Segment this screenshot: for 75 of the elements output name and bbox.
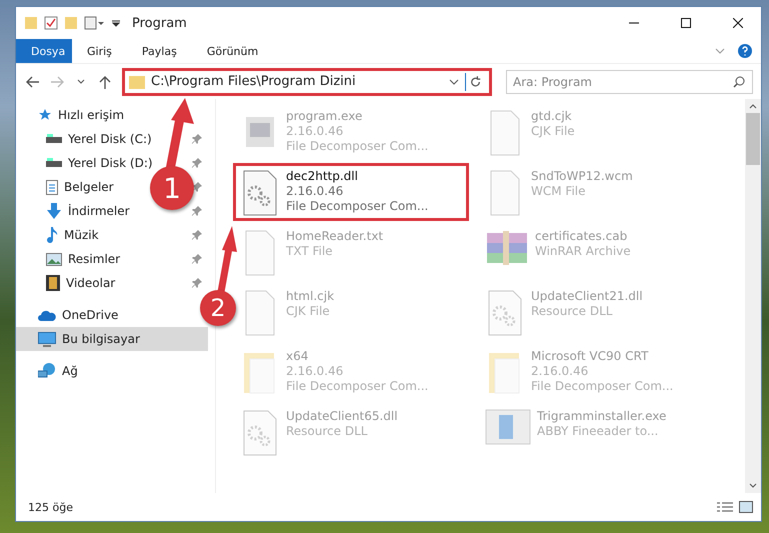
file-detail: File Decomposer Com...	[286, 139, 428, 154]
pin-icon[interactable]	[192, 206, 202, 216]
film-icon	[46, 275, 60, 291]
properties-icon[interactable]	[84, 16, 106, 30]
arrow	[218, 226, 237, 293]
item-count: 125 öğe	[28, 500, 73, 514]
back-arrow-icon	[26, 76, 40, 88]
file-detail: CJK File	[531, 124, 575, 139]
pin-icon[interactable]	[192, 182, 202, 192]
computer-icon	[38, 332, 56, 346]
maximize-icon	[681, 18, 691, 28]
ribbon-tab[interactable]: Dosya	[16, 39, 72, 63]
ribbon-tab[interactable]: Paylaş	[126, 39, 192, 63]
forward-arrow-icon	[50, 76, 64, 88]
sidebar-item[interactable]: İndirmeler	[68, 204, 130, 218]
file-detail: 2.16.0.46	[286, 124, 344, 139]
dropdown-icon[interactable]	[112, 19, 120, 27]
file-name[interactable]: dec2http.dll	[286, 169, 428, 184]
folder-icon	[129, 74, 145, 88]
sidebar-item[interactable]: Videolar	[66, 276, 116, 290]
selected-sidebar-item[interactable]: Bu bilgisayar	[16, 327, 208, 351]
pin-icon[interactable]	[192, 134, 202, 144]
sidebar-item[interactable]: Yerel Disk (D:)	[68, 156, 153, 170]
picture-icon	[46, 252, 62, 266]
search-field[interactable]: Ara: Program	[506, 70, 753, 94]
sidebar-item[interactable]: OneDrive	[62, 308, 118, 322]
sidebar-item[interactable]: Ağ	[62, 364, 78, 378]
file-detail: ABBY Fineeader to...	[537, 424, 660, 439]
pin-icon[interactable]	[192, 230, 202, 240]
pin-icon[interactable]	[192, 278, 202, 288]
file-detail: CJK File	[286, 304, 331, 319]
up-arrow-icon	[99, 74, 111, 88]
folder-icon[interactable]	[64, 16, 78, 30]
file-detail: File Decomposer Com...	[531, 379, 674, 394]
checklist-icon[interactable]	[44, 16, 58, 30]
file-detail: Resource DLL	[531, 304, 614, 319]
chevron-down-icon[interactable]	[449, 78, 459, 86]
ribbon-tab[interactable]: Görünüm	[192, 39, 274, 63]
sidebar-item[interactable]: Yerel Disk (C:)	[68, 132, 152, 146]
sidebar-item[interactable]: Belgeler	[64, 180, 114, 194]
drive-icon	[46, 158, 62, 168]
document-icon	[46, 180, 58, 194]
star-icon	[38, 108, 52, 122]
folder-icon[interactable]	[24, 16, 38, 30]
file-detail: Resource DLL	[286, 424, 368, 439]
file-detail: 2.16.0.46	[286, 364, 344, 379]
file-detail: 2.16.0.46	[286, 184, 344, 199]
file-detail: 2.16.0.46	[531, 364, 590, 379]
pin-icon[interactable]	[192, 158, 202, 168]
file-detail: TXT File	[286, 244, 334, 259]
search-icon	[733, 76, 745, 88]
sidebar-item[interactable]: Resimler	[68, 252, 120, 266]
drive-icon	[46, 134, 62, 144]
sidebar-item[interactable]: Hızlı erişim	[58, 108, 124, 122]
download-arrow-icon	[46, 203, 62, 219]
highlighted-file-item[interactable]: dec2http.dll 2.16.0.46 File Decomposer Com...	[233, 163, 469, 221]
close-icon	[733, 18, 743, 28]
scrollbar-thumb[interactable]	[746, 113, 760, 165]
address-field[interactable]: C:\Program Files\Program Dizini	[122, 68, 492, 96]
chevron-down-icon	[77, 78, 85, 84]
pin-icon[interactable]	[192, 254, 202, 264]
file-detail: WCM File	[531, 184, 586, 199]
file-detail: File Decomposer Com...	[286, 199, 428, 214]
scrollbar[interactable]	[745, 99, 761, 493]
details-view-icon[interactable]	[717, 501, 733, 513]
file-detail: File Decomposer Com...	[286, 379, 428, 394]
sidebar-item[interactable]: Müzik	[64, 228, 99, 242]
installer-window-icon	[485, 409, 531, 445]
ribbon-tab[interactable]: Giriş	[72, 39, 127, 63]
window-title: Program	[132, 16, 188, 30]
file-detail: WinRAR Archive	[535, 244, 631, 259]
music-note-icon	[46, 227, 58, 243]
cloud-icon	[38, 310, 56, 320]
large-icons-view-icon[interactable]	[739, 501, 753, 513]
network-icon	[38, 363, 56, 379]
